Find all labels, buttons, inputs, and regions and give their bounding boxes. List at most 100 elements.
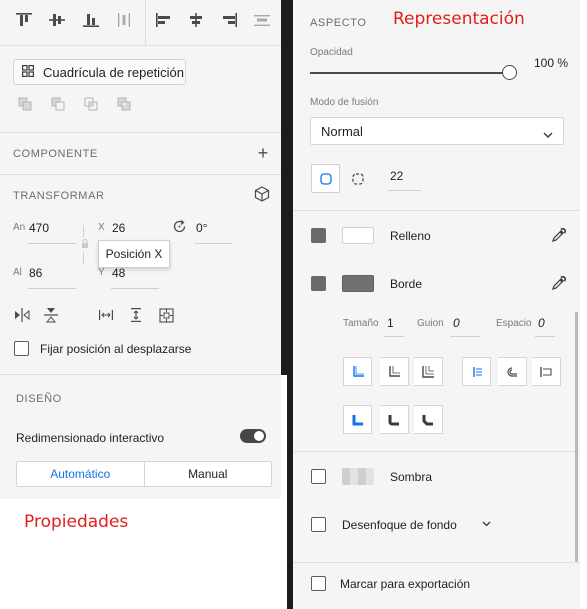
divider xyxy=(0,132,281,133)
opacity-value[interactable]: 100 % xyxy=(534,56,568,70)
gap-label: Espacio xyxy=(496,318,532,329)
align-middle-icon[interactable] xyxy=(46,9,68,31)
subtract-icon[interactable] xyxy=(50,96,66,112)
tab-manual[interactable]: Manual xyxy=(145,462,272,486)
border-size-label: Tamaño xyxy=(343,318,379,329)
lock-connector-bottom xyxy=(83,252,84,264)
opacity-label: Opacidad xyxy=(310,47,353,58)
background-blur-checkbox[interactable] xyxy=(311,517,326,532)
fill-color-swatch[interactable] xyxy=(342,227,374,244)
opacity-slider-track[interactable] xyxy=(310,72,506,74)
fit-content-icon[interactable] xyxy=(157,306,175,324)
union-icon[interactable] xyxy=(17,96,33,112)
alignment-toolbar xyxy=(0,0,281,46)
fill-checkbox[interactable] xyxy=(311,228,326,243)
mark-for-export-checkbox[interactable] xyxy=(311,576,326,591)
pin-left-right-icon[interactable] xyxy=(97,306,115,324)
appearance-section-title: ASPECTO xyxy=(310,17,367,29)
design-section-title: DISEÑO xyxy=(16,393,62,405)
responsive-resize-label: Redimensionado interactivo xyxy=(16,431,165,445)
eyedropper-icon[interactable] xyxy=(550,227,566,243)
y-input[interactable]: 48 xyxy=(112,266,125,280)
rotation-input[interactable]: 0° xyxy=(196,221,207,235)
width-input[interactable]: 470 xyxy=(29,221,49,235)
3d-transform-icon[interactable] xyxy=(253,185,271,203)
lock-aspect-icon[interactable] xyxy=(80,238,90,250)
intersect-icon[interactable] xyxy=(83,96,99,112)
join-round-button[interactable] xyxy=(380,405,409,434)
divider xyxy=(293,210,580,211)
shadow-preview[interactable] xyxy=(342,468,374,485)
transform-section-title: TRANSFORMAR xyxy=(13,190,105,202)
x-input[interactable]: 26 xyxy=(112,221,125,235)
cap-square-button[interactable] xyxy=(414,357,443,386)
align-left-icon[interactable] xyxy=(153,9,175,31)
divider xyxy=(0,174,281,175)
align-top-icon[interactable] xyxy=(13,9,35,31)
resize-mode-segmented: Automático Manual xyxy=(16,461,272,487)
uniform-radius-button[interactable] xyxy=(311,164,340,193)
dash-label: Guion xyxy=(417,318,444,329)
flip-vertical-icon[interactable] xyxy=(42,306,60,324)
border-label: Borde xyxy=(390,277,423,291)
lock-connector-top xyxy=(83,225,84,237)
shadow-checkbox[interactable] xyxy=(311,469,326,484)
add-component-button[interactable]: + xyxy=(255,143,271,163)
exclude-icon[interactable] xyxy=(116,96,132,112)
x-position-tooltip: Posición X xyxy=(98,240,170,268)
toggle-knob xyxy=(254,431,264,441)
distribute-horizontal-icon[interactable] xyxy=(251,9,273,31)
blend-mode-select[interactable]: Normal xyxy=(310,117,564,145)
responsive-resize-toggle[interactable] xyxy=(240,429,266,443)
width-underline xyxy=(28,243,76,244)
divider xyxy=(293,451,580,452)
y-underline xyxy=(111,288,159,289)
divider xyxy=(293,562,580,563)
fix-position-checkbox[interactable] xyxy=(14,341,29,356)
scrollbar[interactable] xyxy=(575,312,578,562)
flip-horizontal-icon[interactable] xyxy=(13,306,31,324)
y-label: Y xyxy=(98,267,105,278)
chevron-down-icon xyxy=(543,127,553,142)
divider xyxy=(0,374,281,375)
align-right-icon[interactable] xyxy=(218,9,240,31)
eyedropper-icon[interactable] xyxy=(550,275,566,291)
shadow-label: Sombra xyxy=(390,470,433,484)
per-corner-radius-button[interactable] xyxy=(343,164,372,193)
border-size-underline xyxy=(384,336,404,337)
border-checkbox[interactable] xyxy=(311,276,326,291)
height-input[interactable]: 86 xyxy=(29,266,42,280)
opacity-slider-thumb[interactable] xyxy=(502,65,517,80)
pin-top-bottom-icon[interactable] xyxy=(127,306,145,324)
x-label: X xyxy=(98,222,105,233)
height-underline xyxy=(28,288,76,289)
rotation-underline xyxy=(195,243,232,244)
join-bevel-button[interactable] xyxy=(414,405,443,434)
cap-round-button[interactable] xyxy=(380,357,409,386)
repeat-grid-label: Cuadrícula de repetición xyxy=(43,64,184,80)
dash-input[interactable]: 0 xyxy=(453,316,460,330)
border-color-swatch[interactable] xyxy=(342,275,374,292)
width-label: An xyxy=(13,222,26,233)
corner-radius-input[interactable]: 22 xyxy=(390,169,403,183)
join-miter-button[interactable] xyxy=(343,405,372,434)
stroke-outside-button[interactable] xyxy=(532,357,561,386)
rotate-icon xyxy=(171,218,187,234)
blend-mode-label: Modo de fusión xyxy=(310,97,379,108)
border-size-input[interactable]: 1 xyxy=(387,316,394,330)
grid-icon xyxy=(22,64,35,80)
gap-underline xyxy=(535,336,555,337)
distribute-vertical-icon[interactable] xyxy=(113,9,135,31)
stroke-center-button[interactable] xyxy=(498,357,527,386)
align-bottom-icon[interactable] xyxy=(80,9,102,31)
toolbar-divider xyxy=(145,0,146,46)
stroke-inside-button[interactable] xyxy=(462,357,491,386)
repeat-grid-button[interactable]: Cuadrícula de repetición xyxy=(13,59,186,85)
cap-butt-button[interactable] xyxy=(343,357,372,386)
gap-input[interactable]: 0 xyxy=(538,316,545,330)
mark-for-export-label: Marcar para exportación xyxy=(340,577,471,591)
align-center-icon[interactable] xyxy=(185,9,207,31)
chevron-down-icon[interactable] xyxy=(480,518,492,530)
component-section-title: COMPONENTE xyxy=(13,148,98,160)
tab-automatic[interactable]: Automático xyxy=(17,462,145,486)
